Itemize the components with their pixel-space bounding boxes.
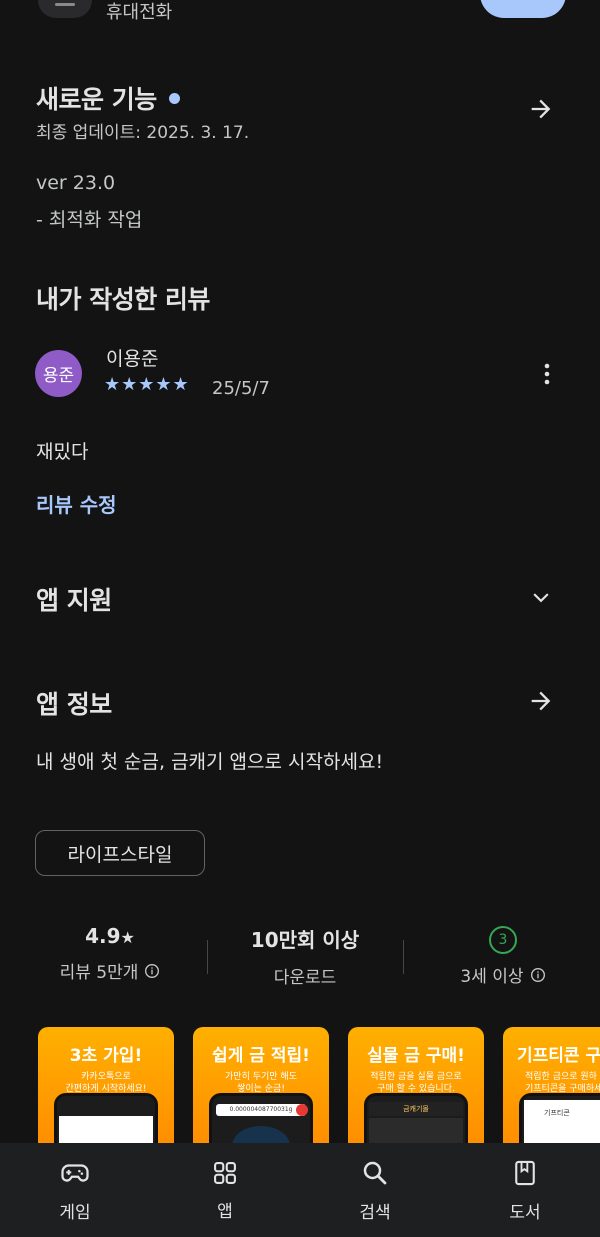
stat-downloads: 10만회 이상 다운로드 <box>215 924 395 988</box>
stat-age-rating[interactable]: 3 3세 이상 <box>413 926 593 987</box>
screenshot-1[interactable]: 3초 가입! 카카오톡으로 간편하게 시작하세요! <box>38 1027 174 1143</box>
screenshot-carousel[interactable]: 3초 가입! 카카오톡으로 간편하게 시작하세요! 쉽게 금 적립! 가만히 두기… <box>38 1027 600 1143</box>
category-chip[interactable]: 라이프스타일 <box>35 830 205 876</box>
screenshot-3[interactable]: 실물 금 구매! 적립한 금을 실물 금으로 구매 할 수 있습니다. 금캐기몰 <box>348 1027 484 1143</box>
category-chip-label: 라이프스타일 <box>67 843 173 866</box>
arrow-right-icon <box>531 691 551 711</box>
star-icon: ★ <box>120 928 135 947</box>
info-icon <box>145 963 160 978</box>
bottom-navigation: 게임 앱 검색 도서 <box>0 1143 600 1237</box>
nav-label-books: 도서 <box>509 1202 541 1223</box>
nav-label-apps: 앱 <box>217 1201 233 1222</box>
apps-grid-icon <box>214 1161 236 1184</box>
review-author: 이용준 <box>106 348 159 370</box>
downloads-label: 다운로드 <box>273 968 337 988</box>
book-icon <box>515 1160 535 1185</box>
avatar: 용준 <box>35 350 82 397</box>
stat-rating[interactable]: 4.9★ 리뷰 5만개 <box>20 924 200 983</box>
review-stars: ★★★★★ <box>104 374 190 395</box>
gamepad-icon <box>61 1163 89 1182</box>
nav-item-books[interactable]: 도서 <box>450 1143 600 1237</box>
update-note: - 최적화 작업 <box>36 209 143 231</box>
screenshot-2[interactable]: 쉽게 금 적립! 가만히 두기만 해도 쌓이는 순금! 0.00000408770… <box>193 1027 329 1143</box>
avatar-initials: 용준 <box>42 366 75 386</box>
last-updated: 최종 업데이트: 2025. 3. 17. <box>36 123 250 143</box>
stats-row: 4.9★ 리뷰 5만개 10만회 이상 다운로드 3 3세 이상 <box>0 924 600 994</box>
chevron-down-icon <box>533 593 549 603</box>
whats-new-arrow-button[interactable] <box>519 87 563 131</box>
whats-new-title: 새로운 기능 <box>36 85 157 114</box>
app-support-expand-button[interactable] <box>519 575 563 619</box>
review-date: 25/5/7 <box>212 378 270 399</box>
version-text: ver 23.0 <box>36 172 116 194</box>
age-rating-label: 3세 이상 <box>460 967 524 987</box>
nav-item-search[interactable]: 검색 <box>300 1143 450 1237</box>
review-more-button[interactable] <box>525 352 569 396</box>
app-info-title[interactable]: 앱 정보 <box>36 685 112 721</box>
new-dot-indicator <box>168 92 180 104</box>
downloads-value: 10만회 이상 <box>250 928 360 952</box>
app-info-arrow-button[interactable] <box>519 679 563 723</box>
install-button-partial[interactable] <box>480 0 566 18</box>
edit-review-link[interactable]: 리뷰 수정 <box>36 489 117 518</box>
nav-label-search: 검색 <box>359 1202 391 1223</box>
rating-value: 4.9★ <box>85 924 135 948</box>
search-icon <box>363 1161 387 1184</box>
whats-new-header[interactable]: 새로운 기능 <box>36 80 180 116</box>
arrow-right-icon <box>531 99 551 119</box>
app-description: 내 생애 첫 순금, 금캐기 앱으로 시작하세요! <box>36 751 384 773</box>
nav-label-games: 게임 <box>59 1202 91 1223</box>
app-icon-partial <box>38 0 92 18</box>
stat-divider <box>403 940 404 974</box>
stat-divider <box>207 940 208 974</box>
app-support-title[interactable]: 앱 지원 <box>36 581 112 617</box>
info-icon <box>530 967 545 982</box>
more-vert-icon <box>544 363 550 385</box>
screenshot-4[interactable]: 기프티콘 구 적립한 금으로 원하 기프티콘을 구매하세 기프티콘 <box>503 1027 600 1143</box>
review-text: 재밌다 <box>36 441 89 463</box>
review-count-label: 리뷰 5만개 <box>59 963 139 983</box>
nav-item-games[interactable]: 게임 <box>0 1143 150 1237</box>
nav-item-apps[interactable]: 앱 <box>150 1143 300 1237</box>
age-rating-badge: 3 <box>489 926 517 954</box>
device-label: 휴대전화 <box>106 2 173 23</box>
my-review-title: 내가 작성한 리뷰 <box>36 285 210 314</box>
